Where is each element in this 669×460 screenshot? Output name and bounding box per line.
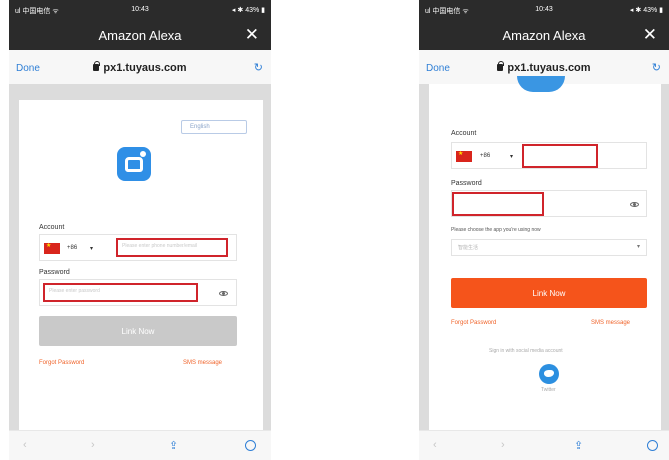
eye-icon[interactable] [630, 202, 639, 207]
login-card: English Account +86 ▾ Please enter phone… [19, 100, 263, 430]
close-icon[interactable]: ✕ [643, 25, 657, 45]
nav-bar: Amazon Alexa ✕ [9, 20, 271, 50]
battery-indicator: ◂ ✱ 43% ▮ [629, 7, 663, 14]
password-field [451, 190, 647, 217]
house-icon [125, 157, 143, 172]
forward-icon[interactable]: › [501, 439, 505, 451]
twitter-label: Twitter [541, 387, 556, 393]
status-bar: ul 中国电信 ᯤ 10:43 ◂ ✱ 43% ▮ [419, 0, 669, 20]
password-label: Password [451, 180, 482, 187]
account-field: +86 ▾ Please enter phone number/email [39, 234, 237, 261]
password-label: Password [39, 269, 70, 276]
phone-screenshot-right: ul 中国电信 ᯤ 10:43 ◂ ✱ 43% ▮ Amazon Alexa ✕… [419, 0, 669, 460]
account-input[interactable]: Please enter phone number/email [116, 238, 228, 257]
caret-down-icon[interactable]: ▾ [510, 153, 513, 160]
sms-message-link[interactable]: SMS message [183, 360, 222, 366]
password-field: Please enter password [39, 279, 237, 306]
battery-indicator: ◂ ✱ 43% ▮ [231, 7, 265, 14]
compass-icon[interactable] [647, 440, 658, 451]
close-icon[interactable]: ✕ [245, 25, 259, 45]
caret-down-icon: ▾ [636, 244, 640, 250]
sms-message-link[interactable]: SMS message [591, 320, 630, 326]
language-select[interactable]: English [181, 120, 247, 134]
url-text: px1.tuyaus.com [507, 62, 591, 74]
phone-screenshot-left: ul 中国电信 ᯤ 10:43 ◂ ✱ 43% ▮ Amazon Alexa ✕… [9, 0, 271, 460]
url-text: px1.tuyaus.com [103, 62, 187, 74]
lock-icon [497, 61, 505, 71]
clock: 10:43 [535, 6, 553, 13]
nav-bar: Amazon Alexa ✕ [419, 20, 669, 50]
compass-icon[interactable] [245, 440, 256, 451]
carrier-signal: ul 中国电信 ᯤ [15, 8, 59, 15]
smart-life-app-logo [117, 147, 151, 181]
link-now-button[interactable]: Link Now [39, 316, 237, 346]
status-bar: ul 中国电信 ᯤ 10:43 ◂ ✱ 43% ▮ [9, 0, 271, 20]
reload-icon[interactable]: ↻ [254, 61, 263, 74]
browser-toolbar: ‹ › ⇪ [9, 430, 271, 460]
forward-icon[interactable]: › [91, 439, 95, 451]
address-bar: Done px1.tuyaus.com ↻ [9, 50, 271, 84]
back-icon[interactable]: ‹ [433, 439, 437, 451]
app-select-value: 智能生活 [458, 245, 479, 251]
caret-down-icon[interactable]: ▾ [90, 245, 93, 252]
account-label: Account [451, 130, 477, 137]
lock-icon [93, 61, 101, 71]
share-icon[interactable]: ⇪ [169, 439, 178, 452]
carrier-signal: ul 中国电信 ᯤ [425, 8, 469, 15]
back-icon[interactable]: ‹ [23, 439, 27, 451]
clock: 10:43 [131, 6, 149, 13]
country-code[interactable]: +86 [67, 245, 77, 251]
browser-toolbar: ‹ › ⇪ [419, 430, 669, 460]
forgot-password-link[interactable]: Forgot Password [451, 320, 496, 326]
account-label: Account [39, 224, 65, 231]
account-field: +86 ▾ [451, 142, 647, 169]
eye-icon[interactable] [219, 291, 228, 296]
reload-icon[interactable]: ↻ [652, 61, 661, 74]
account-input[interactable] [522, 144, 598, 168]
share-icon[interactable]: ⇪ [574, 439, 583, 452]
app-choose-label: Please choose the app you're using now [451, 227, 541, 233]
url-display: px1.tuyaus.com [9, 61, 271, 74]
nav-title: Amazon Alexa [98, 28, 182, 43]
url-display: px1.tuyaus.com [419, 61, 669, 74]
login-card: Account +86 ▾ Password Please choose the… [429, 76, 661, 430]
password-input[interactable]: Please enter password [43, 283, 198, 302]
forgot-password-link[interactable]: Forgot Password [39, 360, 84, 366]
china-flag-icon[interactable] [456, 150, 472, 162]
password-input[interactable] [452, 192, 544, 216]
country-code[interactable]: +86 [480, 153, 490, 159]
social-login-label: Sign in with social media account [489, 348, 563, 354]
dot-icon [140, 151, 146, 157]
app-select[interactable]: 智能生活 ▾ [451, 239, 647, 256]
nav-title: Amazon Alexa [502, 28, 586, 43]
app-logo-partial [517, 76, 565, 92]
china-flag-icon[interactable] [44, 242, 60, 254]
twitter-icon[interactable] [539, 364, 559, 384]
link-now-button[interactable]: Link Now [451, 278, 647, 308]
